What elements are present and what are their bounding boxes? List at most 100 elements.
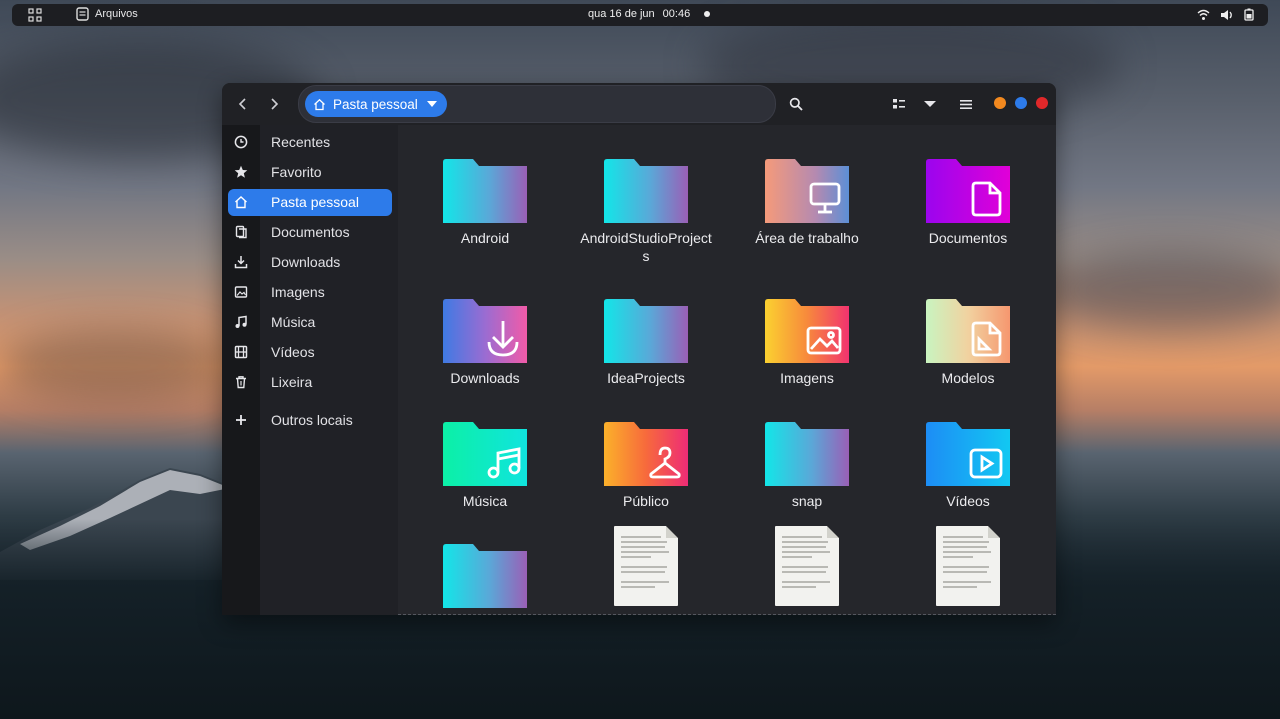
image-icon	[234, 286, 248, 298]
sidebar-item-outros-locais[interactable]: Outros locais	[228, 407, 392, 434]
folder-item-imagens[interactable]: Imagens	[737, 299, 877, 387]
sidebar-item-videos[interactable]: Vídeos	[228, 339, 392, 366]
folder-item-android[interactable]: Android	[415, 159, 555, 247]
home-icon	[314, 98, 325, 110]
chevron-down-icon	[427, 101, 437, 107]
minimize-button[interactable]	[994, 97, 1006, 109]
text-file-icon	[775, 526, 839, 606]
sidebar-item-label: Favorito	[271, 164, 322, 180]
sidebar-item-label: Downloads	[271, 254, 341, 270]
folder-item-documentos[interactable]: Documentos	[898, 159, 1038, 247]
chevron-down-icon	[924, 101, 936, 107]
file-item-text[interactable]	[576, 526, 716, 612]
file-item-text[interactable]	[898, 526, 1038, 612]
search-button[interactable]	[787, 95, 805, 113]
header-bar: Pasta pessoal	[222, 83, 1056, 125]
music-icon	[235, 315, 247, 328]
sidebar-item-lixeira[interactable]: Lixeira	[228, 369, 392, 396]
search-icon	[789, 97, 803, 111]
sidebar-item-label: Imagens	[271, 284, 325, 300]
sidebar-item-downloads[interactable]: Downloads	[228, 249, 392, 276]
document-icon	[235, 225, 247, 239]
folder-item-modelos[interactable]: Modelos	[898, 299, 1038, 387]
folder-item-androidstudioprojects[interactable]: AndroidStudioProjects	[576, 159, 716, 265]
scroll-edge-divider	[398, 614, 1056, 615]
hamburger-menu-icon	[960, 99, 972, 109]
sidebar-item-label: Outros locais	[271, 412, 353, 428]
sidebar-item-label: Documentos	[271, 224, 350, 240]
file-name: Android	[460, 230, 510, 246]
folder-item-publico[interactable]: Público	[576, 422, 716, 510]
sidebar-item-label: Música	[271, 314, 316, 330]
folder-item[interactable]	[415, 544, 555, 614]
file-name: Modelos	[941, 370, 995, 386]
file-item-text[interactable]	[737, 526, 877, 612]
wifi-icon	[1197, 9, 1210, 20]
app-grid-icon[interactable]	[28, 8, 42, 22]
folder-item-downloads[interactable]: Downloads	[415, 299, 555, 387]
sidebar-item-pasta-pessoal[interactable]: Pasta pessoal	[228, 189, 392, 216]
file-name: Documentos	[928, 230, 1008, 246]
breadcrumb-label: Pasta pessoal	[333, 96, 418, 112]
notification-dot-icon	[704, 11, 711, 17]
path-bar: Pasta pessoal	[298, 85, 776, 123]
folder-icon	[604, 422, 688, 486]
folder-icon	[443, 544, 527, 608]
folder-item-snap[interactable]: snap	[737, 422, 877, 510]
film-icon	[234, 345, 248, 359]
file-name: IdeaProjects	[607, 370, 685, 386]
folder-icon	[443, 159, 527, 223]
top-bar: Arquivos qua 16 de jun 00:46	[12, 4, 1268, 26]
file-name: Música	[462, 493, 508, 509]
breadcrumb-home[interactable]: Pasta pessoal	[305, 91, 447, 117]
file-name: Downloads	[450, 370, 520, 386]
file-name: AndroidStudioProjects	[580, 230, 712, 264]
chevron-left-icon	[238, 98, 246, 110]
folder-item-ideaprojects[interactable]: IdeaProjects	[576, 299, 716, 387]
file-manager-window: Pasta pessoal Recentes Favorito Pasta pe…	[222, 83, 1056, 615]
places-sidebar: Recentes Favorito Pasta pessoal Document…	[222, 125, 398, 615]
file-name: snap	[791, 493, 823, 509]
sidebar-item-label: Recentes	[271, 134, 331, 150]
sidebar-item-documentos[interactable]: Documentos	[228, 219, 392, 246]
chevron-right-icon	[271, 98, 279, 110]
main-menu-button[interactable]	[957, 95, 975, 113]
clock[interactable]: qua 16 de jun 00:46	[588, 8, 711, 20]
text-file-icon	[936, 526, 1000, 606]
file-name: Vídeos	[946, 493, 990, 509]
folder-item-videos[interactable]: Vídeos	[898, 422, 1038, 510]
plus-icon	[236, 415, 246, 425]
view-toggle-button[interactable]	[890, 95, 908, 113]
system-status-area[interactable]	[1197, 8, 1254, 21]
folder-item-area-de-trabalho[interactable]: Área de trabalho	[737, 159, 877, 247]
sidebar-item-favorito[interactable]: Favorito	[228, 159, 392, 186]
download-icon	[234, 256, 248, 269]
home-icon	[235, 196, 247, 209]
view-options-button[interactable]	[921, 95, 939, 113]
back-button[interactable]	[233, 94, 253, 114]
forward-button[interactable]	[264, 94, 284, 114]
folder-icon	[926, 422, 1010, 486]
sidebar-item-recentes[interactable]: Recentes	[228, 129, 392, 156]
file-name: Imagens	[780, 370, 834, 386]
clock-icon	[234, 135, 248, 149]
sidebar-item-musica[interactable]: Música	[228, 309, 392, 336]
close-button[interactable]	[1036, 97, 1048, 109]
folder-icon	[604, 299, 688, 363]
files-app-icon	[76, 7, 89, 21]
folder-item-musica[interactable]: Música	[415, 422, 555, 510]
maximize-button[interactable]	[1015, 97, 1027, 109]
clock-time: 00:46	[662, 8, 691, 20]
folder-icon	[765, 422, 849, 486]
folder-icon	[926, 159, 1010, 223]
text-file-icon	[614, 526, 678, 606]
file-grid: Android AndroidStudioProjects Área de tr…	[398, 125, 1056, 615]
sidebar-item-label: Vídeos	[271, 344, 315, 360]
active-app-menu[interactable]: Arquivos	[76, 7, 138, 21]
folder-icon	[765, 299, 849, 363]
sidebar-item-label: Pasta pessoal	[271, 194, 359, 210]
sidebar-item-label: Lixeira	[271, 374, 313, 390]
file-name: Área de trabalho	[755, 230, 859, 246]
sidebar-item-imagens[interactable]: Imagens	[228, 279, 392, 306]
folder-icon	[765, 159, 849, 223]
